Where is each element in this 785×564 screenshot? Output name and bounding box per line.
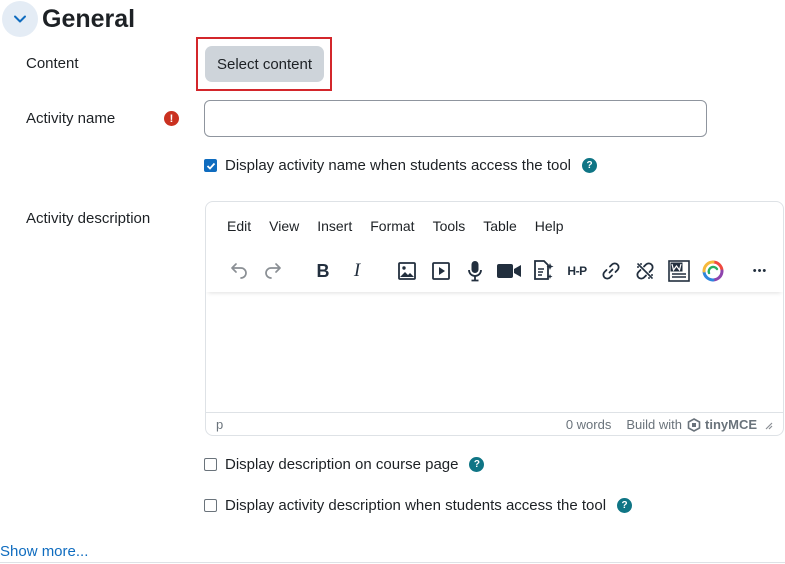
undo-icon (231, 263, 247, 279)
description-editor: Edit View Insert Format Tools Table Help… (205, 201, 784, 436)
microphone-icon (468, 261, 482, 282)
link-icon (602, 262, 620, 280)
image-button[interactable] (390, 254, 424, 288)
element-path[interactable]: p (216, 417, 566, 432)
word-import-icon (668, 260, 690, 282)
section-title: General (42, 4, 136, 33)
unlink-button[interactable] (628, 254, 662, 288)
more-icon: ••• (752, 265, 768, 277)
media-icon (432, 262, 450, 280)
link-button[interactable] (594, 254, 628, 288)
display-name-label: Display activity name when students acce… (225, 157, 572, 174)
resize-handle-icon[interactable] (763, 420, 773, 430)
redo-icon (265, 263, 281, 279)
word-import-button[interactable] (662, 254, 696, 288)
show-more-link[interactable]: Show more... (0, 543, 88, 560)
word-count[interactable]: 0 words (566, 417, 612, 432)
tinymce-logo: tinyMCE (705, 417, 757, 432)
divider (0, 562, 785, 563)
italic-icon: I (353, 260, 361, 281)
editor-statusbar: p 0 words Build with tinyMCE (206, 412, 783, 435)
display-name-checkbox[interactable] (204, 159, 217, 172)
menu-insert[interactable]: Insert (308, 218, 361, 234)
exclamation-icon: ! (164, 111, 179, 126)
display-description-label: Display description on course page (225, 456, 459, 473)
media-button[interactable] (424, 254, 458, 288)
video-icon (497, 264, 521, 278)
editor-menubar: Edit View Insert Format Tools Table Help (206, 202, 573, 250)
menu-help[interactable]: Help (526, 218, 573, 234)
brand-text: Build with (626, 417, 682, 432)
h5p-button[interactable]: H-P (560, 254, 594, 288)
italic-button[interactable]: I (340, 254, 374, 288)
manage-files-button[interactable] (526, 254, 560, 288)
copilot-button[interactable] (696, 254, 730, 288)
menu-edit[interactable]: Edit (218, 218, 260, 234)
help-icon[interactable]: ? (582, 158, 598, 173)
select-content-button[interactable]: Select content (205, 46, 324, 82)
section-header: General (0, 0, 135, 38)
activity-description-label: Activity description (26, 210, 151, 227)
copilot-icon (702, 260, 724, 282)
display-activity-description-option: Display activity description when studen… (204, 497, 633, 514)
bold-icon: B (316, 260, 330, 281)
record-video-button[interactable] (492, 254, 526, 288)
menu-format[interactable]: Format (361, 218, 423, 234)
menu-view[interactable]: View (260, 218, 308, 234)
menu-tools[interactable]: Tools (424, 218, 475, 234)
content-label: Content (26, 55, 79, 72)
display-name-option: Display activity name when students acce… (204, 157, 598, 174)
undo-button[interactable] (222, 254, 256, 288)
editor-content-area[interactable] (206, 292, 783, 412)
activity-name-label: Activity name (26, 110, 116, 127)
menu-table[interactable]: Table (474, 218, 525, 234)
redo-button[interactable] (256, 254, 290, 288)
help-icon[interactable]: ? (617, 498, 633, 513)
tinymce-branding[interactable]: Build with tinyMCE (626, 417, 773, 432)
editor-toolbar: B I H-P ••• (206, 250, 783, 292)
display-activity-description-label: Display activity description when studen… (225, 497, 607, 514)
collapse-button[interactable] (2, 1, 38, 37)
chevron-down-icon (14, 15, 26, 23)
check-icon (206, 162, 215, 170)
more-button[interactable]: ••• (743, 254, 777, 288)
manage-files-icon (534, 260, 554, 280)
bold-button[interactable]: B (306, 254, 340, 288)
display-activity-description-checkbox[interactable] (204, 499, 217, 512)
help-icon[interactable]: ? (469, 457, 485, 472)
activity-name-input[interactable] (204, 100, 707, 137)
tinymce-logo-icon (687, 417, 701, 432)
record-audio-button[interactable] (458, 254, 492, 288)
display-description-checkbox[interactable] (204, 458, 217, 471)
h5p-icon: H-P (567, 264, 587, 278)
display-description-option: Display description on course page ? (204, 456, 485, 473)
unlink-icon (636, 262, 654, 280)
image-icon (398, 262, 416, 280)
